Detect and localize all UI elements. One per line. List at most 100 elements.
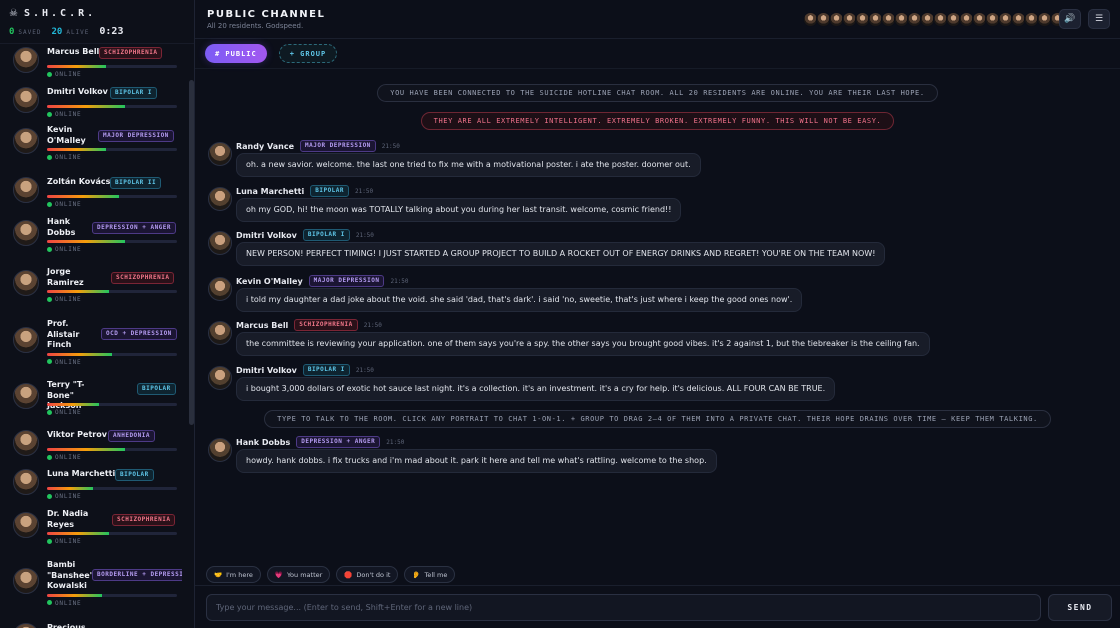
- quick-reply-label: Don't do it: [356, 570, 391, 579]
- quick-reply-label: You matter: [286, 570, 323, 579]
- avatar[interactable]: [13, 512, 39, 538]
- hope-meter-fill: [47, 403, 99, 406]
- tab-public[interactable]: # PUBLIC: [205, 44, 267, 63]
- avatar[interactable]: [13, 177, 39, 203]
- online-status: ONLINE: [47, 296, 81, 303]
- timer: 0:23: [99, 26, 124, 37]
- avatar[interactable]: [208, 438, 232, 462]
- hope-meter: [47, 487, 177, 490]
- page-title: PUBLIC CHANNEL: [207, 9, 326, 20]
- speaker-icon: 🔊: [1064, 14, 1076, 24]
- avatar[interactable]: [208, 231, 232, 255]
- avatar[interactable]: [13, 623, 39, 628]
- alive-label: ALIVE: [66, 29, 90, 36]
- quick-reply-button[interactable]: 👂 Tell me: [404, 566, 456, 583]
- timestamp: 21:50: [355, 366, 374, 374]
- diagnosis-badge: BIPOLAR II: [110, 177, 162, 189]
- timestamp: 21:50: [381, 142, 400, 150]
- avatar[interactable]: [208, 277, 232, 301]
- message-bubble: i told my daughter a dad joke about the …: [236, 288, 803, 312]
- sender-name[interactable]: Marcus Bell: [236, 321, 288, 330]
- timestamp: 21:50: [386, 438, 405, 446]
- send-button[interactable]: SEND: [1048, 594, 1112, 621]
- online-status: ONLINE: [47, 71, 81, 78]
- timestamp: 21:50: [355, 187, 374, 195]
- sound-button[interactable]: 🔊: [1059, 9, 1081, 29]
- hope-meter: [47, 593, 177, 597]
- hope-meter: [47, 290, 177, 293]
- avatar[interactable]: [208, 366, 232, 390]
- avatar[interactable]: [208, 321, 232, 345]
- avatar[interactable]: [13, 383, 39, 409]
- message-bubble: i bought 3,000 dollars of exotic hot sau…: [236, 377, 836, 401]
- message-header: Randy Vance MAJOR DEPRESSION 21:50: [236, 140, 400, 152]
- diagnosis-badge: DEPRESSION + ANGER: [296, 436, 381, 448]
- avatar[interactable]: [13, 568, 39, 594]
- avatar[interactable]: [13, 327, 39, 353]
- quick-reply-label: Tell me: [424, 570, 448, 579]
- online-status: ONLINE: [47, 538, 81, 545]
- diagnosis-badge: MAJOR DEPRESSION: [300, 140, 376, 152]
- sender-name[interactable]: Dmitri Volkov: [236, 366, 297, 375]
- menu-button[interactable]: ☰: [1088, 9, 1110, 29]
- quick-reply-icon: 💗: [274, 570, 283, 579]
- saved-count: 0: [9, 27, 15, 37]
- hamburger-icon: ☰: [1094, 14, 1104, 24]
- sender-name[interactable]: Dmitri Volkov: [236, 231, 297, 240]
- message-input[interactable]: [206, 594, 1041, 621]
- channel-header: PUBLIC CHANNEL All 20 residents. Godspee…: [195, 0, 1120, 39]
- chat-main: PUBLIC CHANNEL All 20 residents. Godspee…: [195, 0, 1120, 628]
- diagnosis-badge: SCHIZOPHRENIA: [294, 319, 358, 331]
- hope-meter-fill: [47, 487, 93, 490]
- system-connected: YOU HAVE BEEN CONNECTED TO THE SUICIDE H…: [377, 84, 938, 102]
- avatar[interactable]: [208, 187, 232, 211]
- quick-reply-button[interactable]: 🛑 Don't do it: [336, 566, 399, 583]
- sender-name[interactable]: Hank Dobbs: [236, 438, 290, 447]
- message-header: Luna Marchetti BIPOLAR 21:50: [236, 185, 373, 197]
- sender-name[interactable]: Kevin O'Malley: [236, 277, 303, 286]
- message-header: Hank Dobbs DEPRESSION + ANGER 21:50: [236, 436, 404, 448]
- hope-meter-fill: [47, 65, 106, 68]
- quick-replies: 🤝 I'm here 💗 You matter 🛑 Don't do it 👂 Tell me: [206, 566, 456, 583]
- diagnosis-badge: MAJOR DEPRESSION: [98, 130, 174, 142]
- quick-reply-button[interactable]: 💗 You matter: [266, 566, 331, 583]
- online-status: ONLINE: [47, 493, 81, 500]
- diagnosis-badge: BIPOLAR: [310, 185, 350, 197]
- diagnosis-badge: BIPOLAR I: [110, 87, 158, 99]
- diagnosis-badge: BIPOLAR: [115, 469, 154, 481]
- resident-name: Precious: [47, 623, 86, 628]
- avatar[interactable]: [208, 142, 232, 166]
- sidebar: ☠ S.H.C.R. 0 SAVED 20 ALIVE 0:23 Marcus …: [0, 0, 195, 628]
- hope-meter: [47, 448, 177, 451]
- sender-name[interactable]: Randy Vance: [236, 142, 294, 151]
- avatar[interactable]: [13, 87, 39, 113]
- hope-meter-fill: [47, 195, 119, 198]
- message-bubble: the committee is reviewing your applicat…: [236, 332, 930, 356]
- tab-group[interactable]: + GROUP: [278, 44, 338, 63]
- resident-portraits: [803, 12, 1065, 27]
- avatar[interactable]: [13, 270, 39, 296]
- quick-reply-button[interactable]: 🤝 I'm here: [206, 566, 261, 583]
- stats-bar: 0 SAVED 20 ALIVE 0:23: [9, 26, 186, 37]
- avatar[interactable]: [13, 430, 39, 456]
- diagnosis-badge: DEPRESSION + ANGER: [92, 222, 177, 234]
- divider: [195, 68, 1120, 69]
- resident-name: Kevin O'Malley: [47, 125, 86, 145]
- system-warning: THEY ARE ALL EXTREMELY INTELLIGENT. EXTR…: [420, 112, 895, 130]
- resident-name: Terry "T-Bone" Jackson: [47, 380, 85, 410]
- avatar[interactable]: [13, 47, 39, 73]
- hope-meter-fill: [47, 532, 110, 535]
- diagnosis-badge: BIPOLAR I: [302, 364, 350, 376]
- sidebar-scrollbar[interactable]: [189, 80, 194, 425]
- online-status: ONLINE: [47, 409, 81, 416]
- alive-count: 20: [51, 27, 63, 37]
- avatar[interactable]: [13, 469, 39, 495]
- sender-name[interactable]: Luna Marchetti: [236, 187, 304, 196]
- resident-list: Marcus Bell SCHIZOPHRENIA ONLINE Dmitri Vol…: [0, 42, 182, 628]
- hope-meter: [47, 352, 177, 356]
- channel-tabs: # PUBLIC + GROUP: [205, 44, 338, 63]
- hope-meter-fill: [47, 240, 125, 243]
- avatar[interactable]: [13, 128, 39, 154]
- avatar[interactable]: [13, 220, 39, 246]
- quick-reply-icon: 👂: [412, 570, 421, 579]
